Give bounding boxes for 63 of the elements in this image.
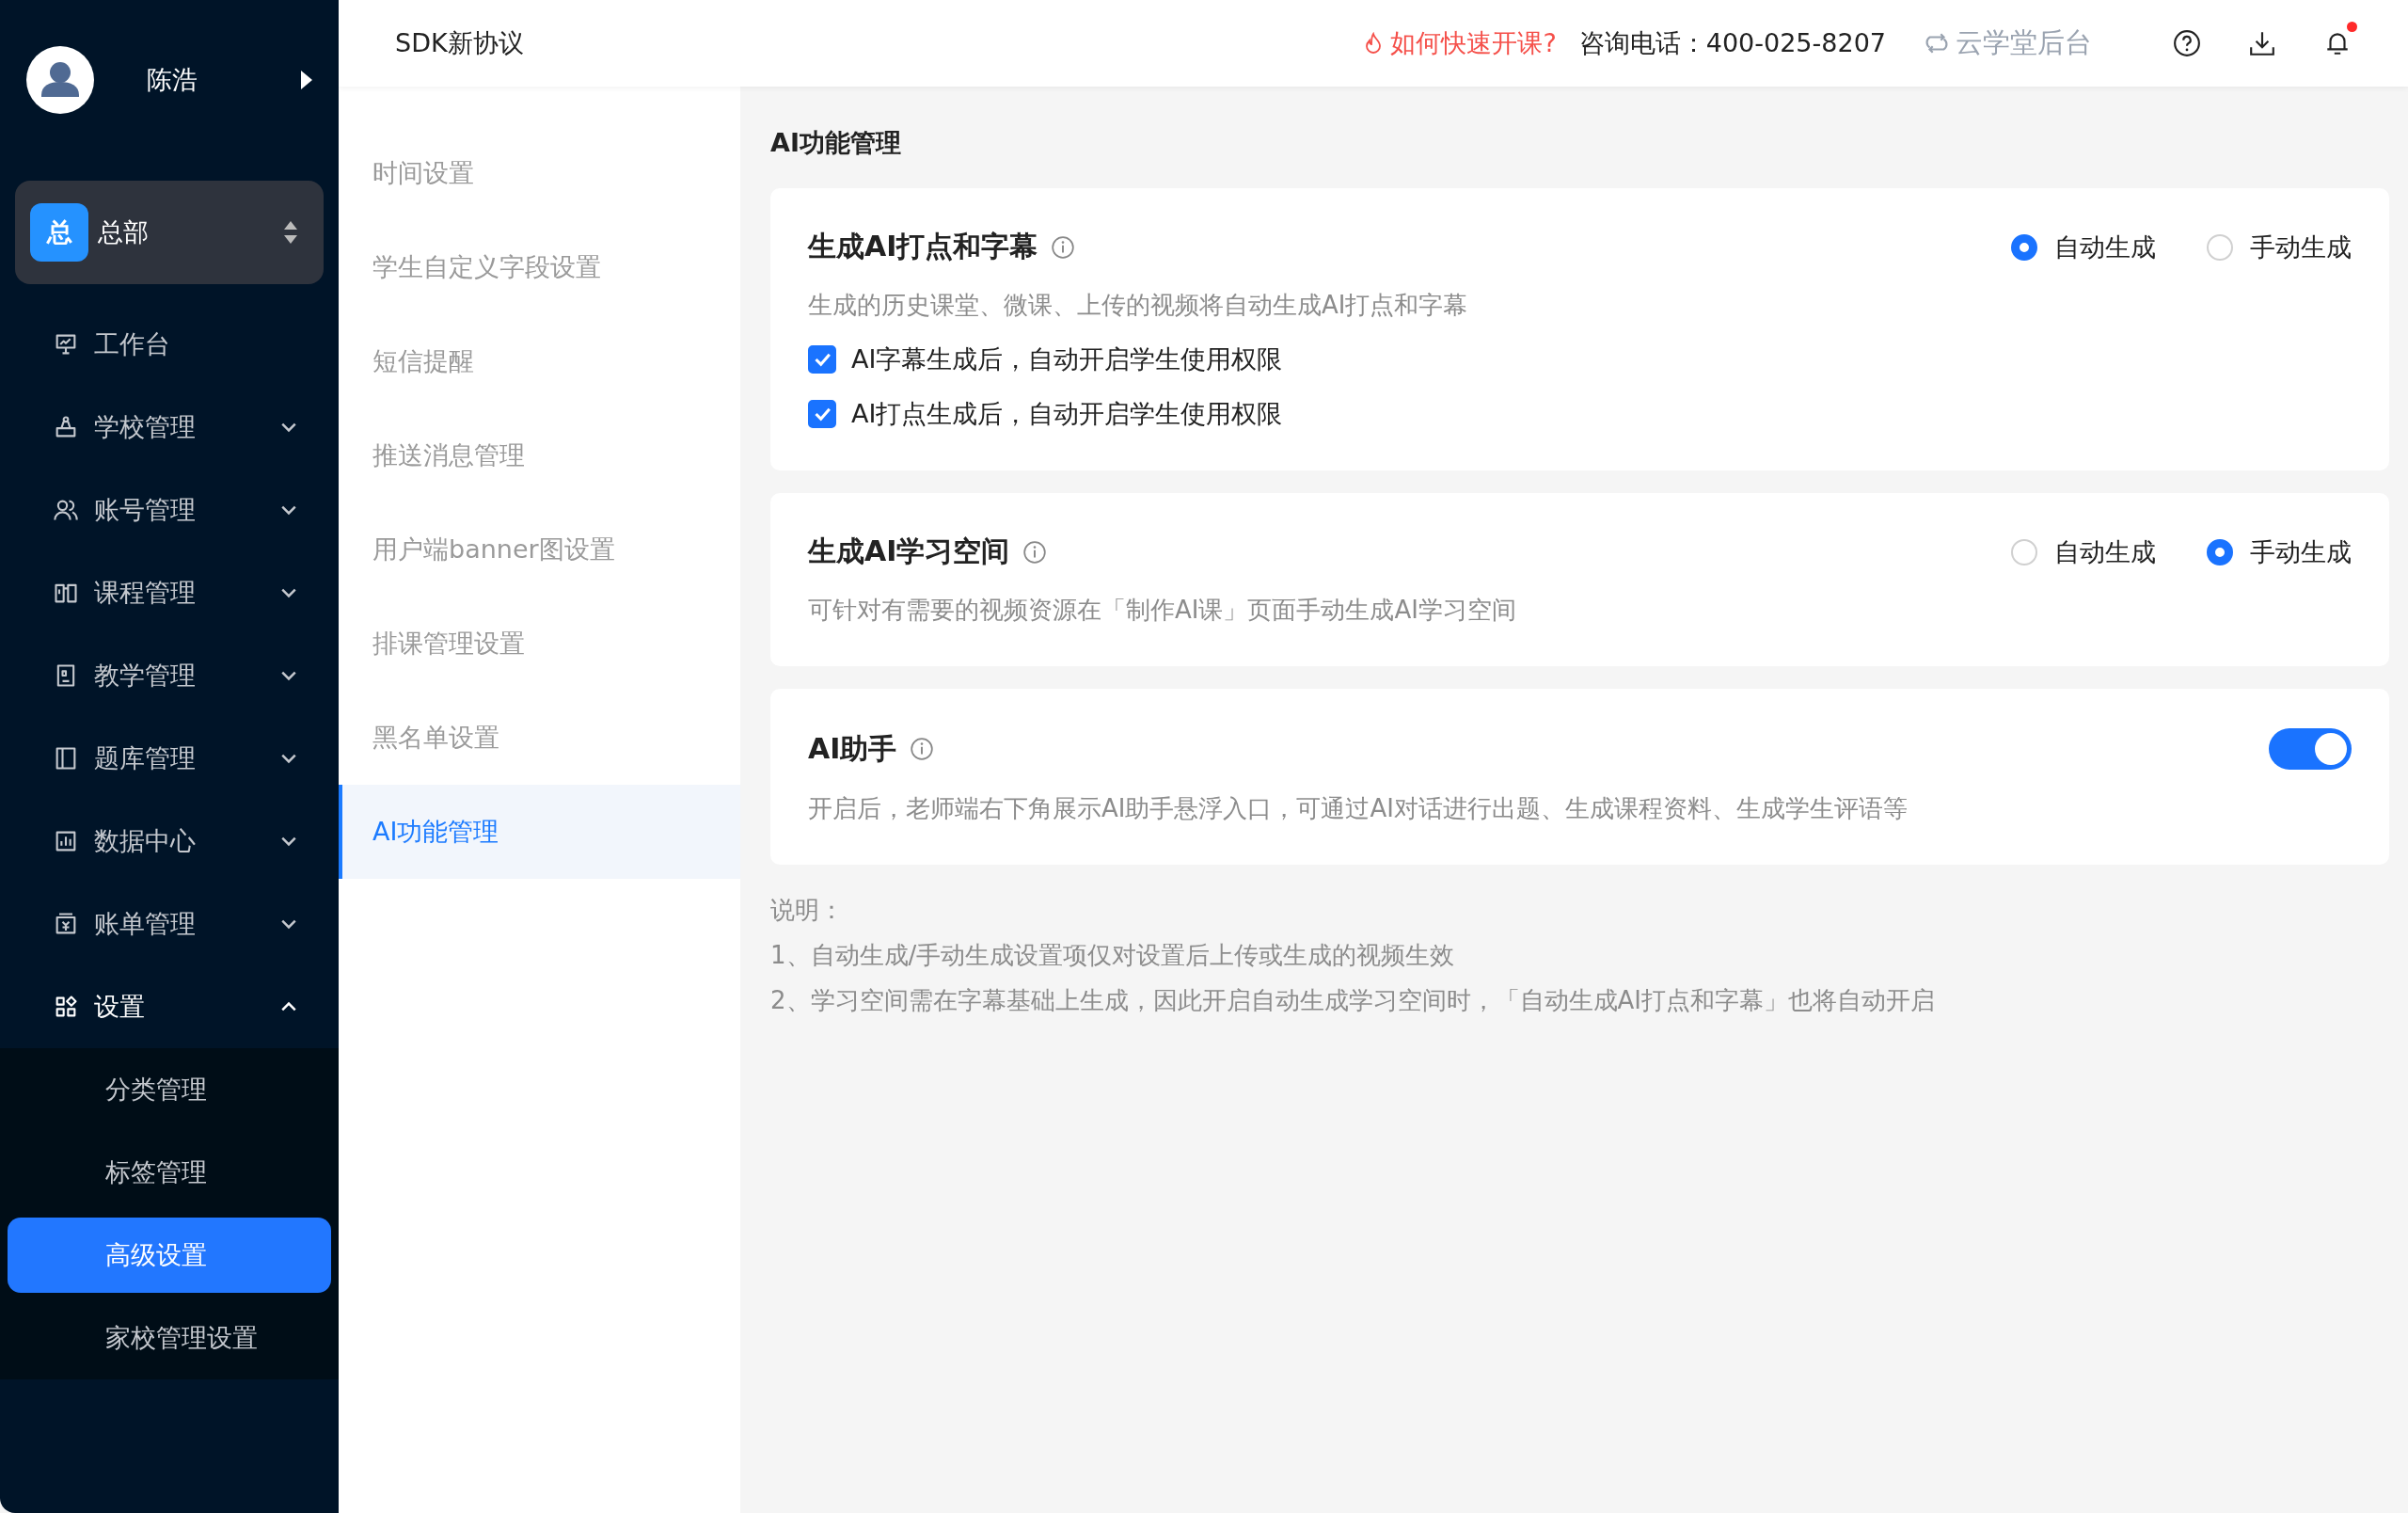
- section-heading: AI功能管理: [770, 127, 902, 159]
- info-icon[interactable]: [910, 737, 935, 761]
- menu-item[interactable]: 工作台: [0, 303, 339, 386]
- setting-description: 生成的历史课堂、微课、上传的视频将自动生成AI打点和字幕: [808, 290, 1469, 321]
- radio-label: 手动生成: [2250, 535, 2352, 568]
- chevron-icon: [280, 1001, 297, 1012]
- note-text: 1、自动生成/手动生成设置项仅对设置后上传或生成的视频生效: [770, 940, 1456, 971]
- checkbox[interactable]: [808, 345, 836, 374]
- menu-item[interactable]: 教学管理: [0, 634, 339, 717]
- radio-label: 手动生成: [2250, 231, 2352, 263]
- toggle-switch[interactable]: [2269, 728, 2352, 770]
- flame-icon: [1364, 32, 1384, 55]
- submenu-item[interactable]: 分类管理: [8, 1048, 331, 1131]
- setting-description: 可针对有需要的视频资源在「制作AI课」页面手动生成AI学习空间: [808, 595, 1517, 626]
- menu-item[interactable]: 账单管理: [0, 883, 339, 965]
- refresh-icon: [1924, 33, 1950, 54]
- radio-button[interactable]: [2011, 233, 2037, 261]
- menu-item[interactable]: 课程管理: [0, 551, 339, 634]
- chevron-icon: [280, 422, 297, 433]
- checkbox-label: AI字幕生成后，自动开启学生使用权限: [851, 343, 1283, 375]
- radio-option[interactable]: 手动生成: [2207, 534, 2352, 569]
- setting-description: 开启后，老师端右下角展示AI助手悬浮入口，可通过AI对话进行出题、生成课程资料、生成学生评语等: [808, 793, 1909, 824]
- menu-item[interactable]: 数据中心: [0, 800, 339, 883]
- chevron-icon: [280, 918, 297, 930]
- radio-option[interactable]: 自动生成: [2011, 230, 2156, 264]
- org-name: 总部: [98, 216, 150, 248]
- menu-item[interactable]: 学校管理: [0, 386, 339, 469]
- radio-label: 自动生成: [2054, 231, 2156, 263]
- checkbox-label: AI打点生成后，自动开启学生使用权限: [851, 398, 1283, 430]
- help-icon[interactable]: [2173, 29, 2201, 57]
- submenu-item[interactable]: 高级设置: [8, 1218, 331, 1293]
- phone-number: 咨询电话：400-025-8207: [1578, 27, 1886, 59]
- setting-title: AI助手: [808, 730, 897, 767]
- org-selector[interactable]: 总 总部: [15, 181, 324, 284]
- radio-option[interactable]: 自动生成: [2011, 534, 2156, 569]
- chevron-icon: [280, 836, 297, 847]
- info-icon[interactable]: [1051, 234, 1076, 260]
- radio-label: 自动生成: [2054, 535, 2156, 568]
- sort-arrows-icon: [284, 221, 297, 244]
- expand-arrow-icon[interactable]: [301, 71, 312, 89]
- note-text: 说明：: [770, 895, 845, 926]
- menu-item[interactable]: 设置: [0, 965, 339, 1048]
- menu-item[interactable]: 题库管理: [0, 717, 339, 800]
- page-title: SDK新协议: [395, 27, 525, 59]
- submenu-item[interactable]: 标签管理: [8, 1131, 331, 1214]
- download-icon[interactable]: [2248, 29, 2276, 57]
- chevron-icon: [280, 753, 297, 764]
- note-text: 2、学习空间需在字幕基础上生成，因此开启自动生成学习空间时，「自动生成AI打点和字幕」也将自动开启: [770, 985, 1936, 1016]
- user-name: 陈浩: [147, 64, 198, 96]
- info-icon[interactable]: [1022, 539, 1048, 565]
- chevron-icon: [280, 587, 297, 598]
- chevron-icon: [280, 670, 297, 681]
- avatar-icon[interactable]: [26, 46, 94, 114]
- setting-title: 生成AI打点和字幕: [808, 229, 1038, 264]
- settings-nav-item[interactable]: AI功能管理: [339, 785, 740, 879]
- radio-button[interactable]: [2207, 538, 2233, 565]
- submenu-item[interactable]: 家校管理设置: [8, 1297, 331, 1379]
- chevron-icon: [280, 504, 297, 516]
- setting-title: 生成AI学习空间: [808, 534, 1010, 569]
- checkbox[interactable]: [808, 400, 836, 428]
- menu-item[interactable]: 账号管理: [0, 469, 339, 551]
- org-badge: 总: [30, 203, 88, 262]
- radio-option[interactable]: 手动生成: [2207, 230, 2352, 264]
